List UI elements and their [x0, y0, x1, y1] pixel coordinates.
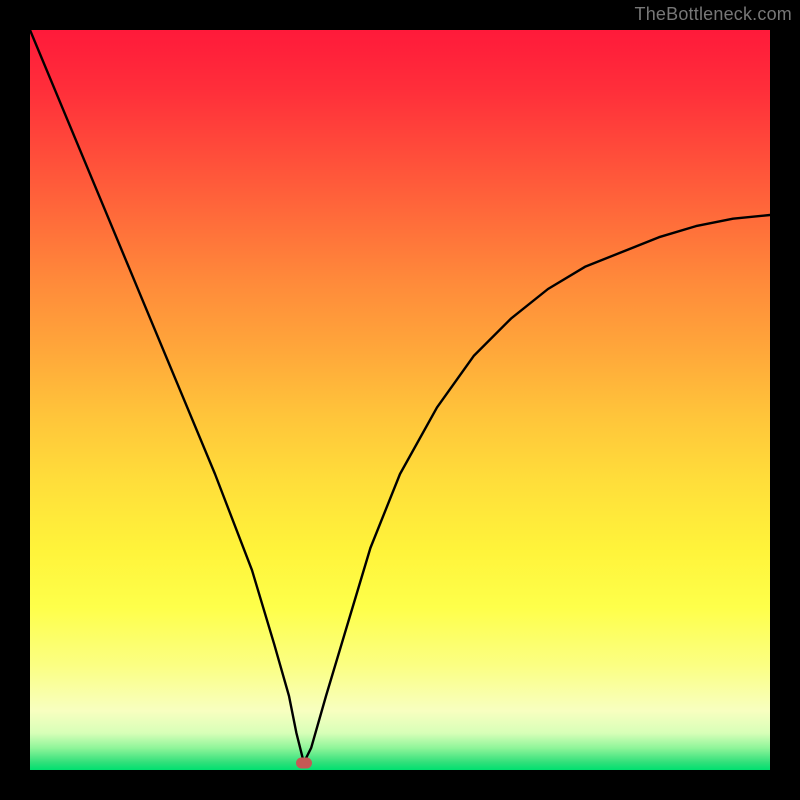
- minimum-marker: [296, 757, 312, 768]
- watermark-text: TheBottleneck.com: [635, 4, 792, 25]
- curve-path: [30, 30, 770, 763]
- plot-area: [30, 30, 770, 770]
- bottleneck-curve: [30, 30, 770, 770]
- outer-frame: TheBottleneck.com: [0, 0, 800, 800]
